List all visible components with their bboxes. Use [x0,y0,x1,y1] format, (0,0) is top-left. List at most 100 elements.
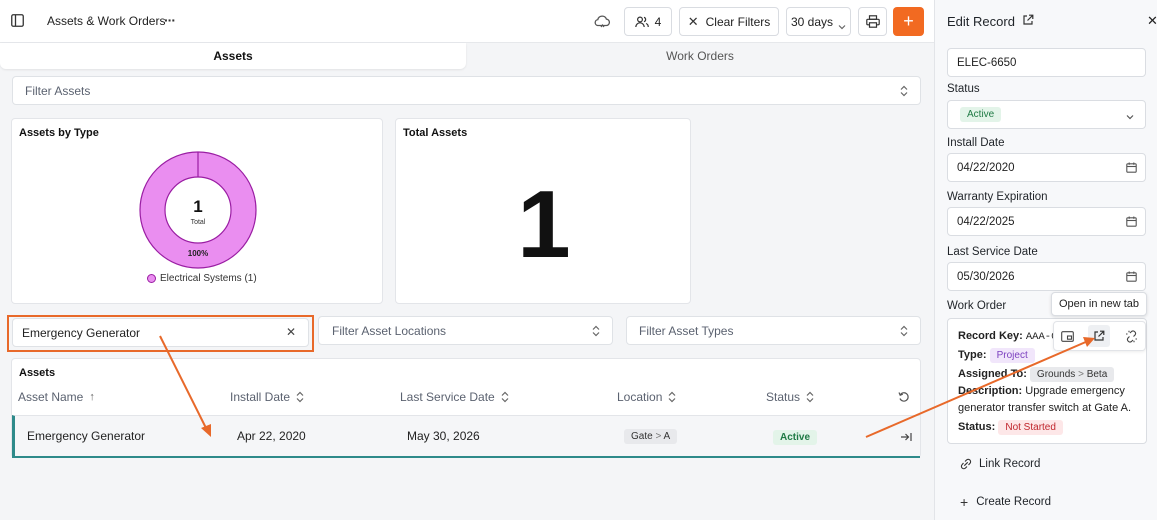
link-record-button[interactable]: Link Record [960,458,1040,470]
preview-icon[interactable] [1061,330,1075,342]
updown-chevron-icon [806,391,814,403]
refresh-icon[interactable] [898,391,910,403]
install-date-value: 04/22/2020 [957,161,1015,174]
filter-types-select[interactable]: Filter Asset Types [626,316,921,345]
assigned-badge: Grounds > Beta [1029,367,1115,382]
cell-asset-name: Emergency Generator [27,429,146,443]
users-button[interactable]: 4 [624,7,672,36]
location-badge: Gate > A [624,429,678,444]
calendar-icon[interactable] [1126,216,1137,227]
col-location-label: Location [617,390,663,404]
chevron-right-icon: > [1078,369,1087,380]
total-assets-card: Total Assets 1 [395,118,691,304]
link-icon [960,458,972,470]
description-line: generator transfer switch at Gate A. [958,402,1131,414]
status-label: Status [947,83,980,95]
print-icon [865,15,880,28]
wo-status-badge: Not Started [998,420,1063,435]
asset-search-input[interactable]: Emergency Generator ✕ [12,318,309,347]
date-range-value: 30 days [790,14,834,29]
print-button[interactable] [858,7,887,36]
plus-icon: + [960,494,969,510]
calendar-icon[interactable] [1126,271,1137,282]
filter-assets-select[interactable]: Filter Assets [12,76,921,105]
donut-center-label: Total [191,219,206,226]
record-key-line: Record Key: AAA-01 [958,330,1064,343]
status-badge: Active [960,107,1002,122]
status-select[interactable]: Active [947,100,1146,129]
tab-work-orders[interactable]: Work Orders [466,43,934,69]
table-title: Assets [19,367,56,379]
type-badge: Project [989,348,1035,363]
warranty-value: 04/22/2025 [957,215,1015,228]
col-location[interactable]: Location [617,390,676,404]
calendar-icon[interactable] [1126,162,1137,173]
updown-chevron-icon [501,391,509,403]
location-part: A [663,431,671,442]
record-id-value: ELEC-6650 [957,56,1017,69]
sidebar-toggle-icon[interactable] [11,14,24,27]
assets-by-type-card: Assets by Type 1 Total 100% Electrical S… [11,118,383,304]
last-service-field[interactable]: 05/30/2026 [947,262,1146,291]
updown-chevron-icon [296,391,304,403]
sort-up-icon: ↑ [89,391,95,403]
install-date-field[interactable]: 04/22/2020 [947,153,1146,182]
external-link-icon[interactable] [1022,14,1034,26]
updown-chevron-icon [592,325,600,337]
total-assets-title: Total Assets [403,127,468,139]
panel-title: Edit Record [947,14,1015,29]
cell-last-service: May 30, 2026 [407,429,480,443]
tooltip: Open in new tab [1051,292,1147,316]
chevron-down-icon [838,19,846,29]
warranty-field[interactable]: 04/22/2025 [947,207,1146,236]
work-order-label: Work Order [947,300,1007,312]
col-install-date[interactable]: Install Date [230,390,304,404]
total-assets-value: 1 [517,171,571,278]
assets-by-type-title: Assets by Type [19,127,99,139]
close-panel-icon[interactable]: ✕ [1147,13,1157,29]
edit-record-panel: Edit Record ✕ ELEC-6650 Status Active In… [934,0,1157,520]
users-icon [634,15,649,28]
add-button[interactable]: + [893,7,924,36]
create-record-label: Create Record [976,496,1051,508]
record-id-field[interactable]: ELEC-6650 [947,48,1146,77]
col-last-service-label: Last Service Date [400,390,495,404]
col-asset-name[interactable]: Asset Name ↑ [18,390,95,404]
clear-filters-label: Clear Filters [705,14,771,29]
chart-legend: Electrical Systems (1) [147,273,257,284]
updown-chevron-icon [900,85,908,97]
page-title: Assets & Work Orders [47,14,166,28]
unlink-icon[interactable] [1125,329,1138,343]
close-icon: ✕ [687,13,699,29]
col-last-service[interactable]: Last Service Date [400,390,509,404]
date-range-select[interactable]: 30 days [786,7,851,36]
users-count: 4 [654,14,662,29]
clear-filters-button[interactable]: ✕ Clear Filters [679,7,779,36]
record-key-label: Record Key: [958,330,1023,342]
type-label: Type: [958,349,987,361]
chevron-down-icon [1126,111,1134,120]
table-row[interactable]: Emergency Generator Apr 22, 2020 May 30,… [12,415,920,458]
filter-locations-select[interactable]: Filter Asset Locations [318,316,613,345]
open-row-icon[interactable] [900,431,912,441]
status-badge: Active [773,430,818,445]
col-install-date-label: Install Date [230,390,291,404]
cell-install-date: Apr 22, 2020 [237,429,306,443]
more-options-icon[interactable]: ··· [164,12,176,28]
assigned-part: Beta [1086,369,1108,380]
updown-chevron-icon [900,325,908,337]
legend-label: Electrical Systems (1) [160,273,257,284]
type-line: Type: Project [958,348,1035,363]
col-status[interactable]: Status [766,390,814,404]
assigned-line: Assigned To: Grounds > Beta [958,367,1115,382]
open-new-tab-icon[interactable] [1088,325,1111,347]
create-record-button[interactable]: + Create Record [960,494,1051,510]
filter-assets-placeholder: Filter Assets [25,83,91,98]
cloud-sync-icon[interactable] [593,13,611,29]
tab-assets[interactable]: Assets [0,43,466,69]
last-service-label: Last Service Date [947,246,1038,258]
description-line: Description: Upgrade emergency [958,385,1125,397]
clear-search-icon[interactable]: ✕ [286,325,296,339]
filter-locations-placeholder: Filter Asset Locations [332,323,447,338]
last-service-value: 05/30/2026 [957,270,1015,283]
